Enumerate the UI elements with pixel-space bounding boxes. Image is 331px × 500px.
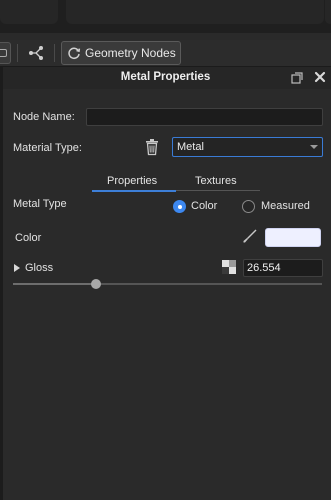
metal-type-color-label[interactable]: Color [191, 200, 217, 212]
app-window: Geometry Nodes Metal Properties Node Nam… [0, 0, 331, 500]
toolbar: Geometry Nodes [0, 40, 331, 67]
panel-toggle-button[interactable] [0, 42, 11, 64]
geometry-nodes-button[interactable]: Geometry Nodes [61, 41, 181, 65]
window-tab[interactable] [325, 0, 331, 24]
color-swatch[interactable] [265, 228, 321, 247]
metal-type-color-radio[interactable] [173, 200, 186, 213]
panel-header: Metal Properties [0, 67, 331, 89]
eyedropper-icon[interactable] [242, 228, 258, 244]
panel-title: Metal Properties [120, 71, 211, 83]
material-type-select[interactable]: Metal [172, 137, 323, 157]
gloss-slider-thumb[interactable] [91, 279, 102, 289]
tab-active-indicator [92, 190, 176, 192]
texture-checker-icon[interactable] [222, 260, 236, 274]
trash-icon[interactable] [144, 138, 160, 156]
node-name-input[interactable] [86, 108, 323, 126]
material-type-value: Metal [177, 141, 204, 153]
panel-edge [0, 67, 3, 500]
gloss-value-input[interactable]: 26.554 [243, 259, 323, 277]
branch-icon[interactable] [27, 44, 45, 62]
window-tab[interactable] [66, 0, 324, 24]
window-tab[interactable] [0, 0, 58, 24]
gloss-value: 26.554 [247, 262, 281, 274]
metal-type-label: Metal Type [13, 198, 67, 210]
chevron-down-icon [310, 145, 318, 149]
close-icon[interactable] [313, 70, 327, 84]
color-label: Color [15, 232, 42, 244]
window-tab-strip [0, 0, 331, 33]
tab-underline [176, 190, 260, 191]
undock-icon[interactable] [291, 72, 303, 84]
gloss-label: Gloss [25, 262, 54, 274]
refresh-icon [68, 47, 81, 60]
tab-properties[interactable]: Properties [107, 175, 157, 187]
toolbar-divider [17, 44, 18, 62]
geometry-nodes-label: Geometry Nodes [85, 46, 176, 60]
metal-type-measured-label[interactable]: Measured [261, 200, 310, 212]
toolbar-divider [54, 44, 55, 62]
node-name-label: Node Name: [13, 111, 75, 123]
metal-type-measured-radio[interactable] [242, 200, 255, 213]
expand-triangle-icon[interactable] [14, 264, 20, 272]
properties-tabs: Properties Textures [92, 173, 260, 192]
tab-textures[interactable]: Textures [195, 175, 237, 187]
gloss-slider[interactable] [13, 279, 322, 289]
gloss-slider-fill [13, 283, 97, 285]
material-type-label: Material Type: [13, 142, 82, 154]
panel-toggle-icon [0, 49, 7, 57]
